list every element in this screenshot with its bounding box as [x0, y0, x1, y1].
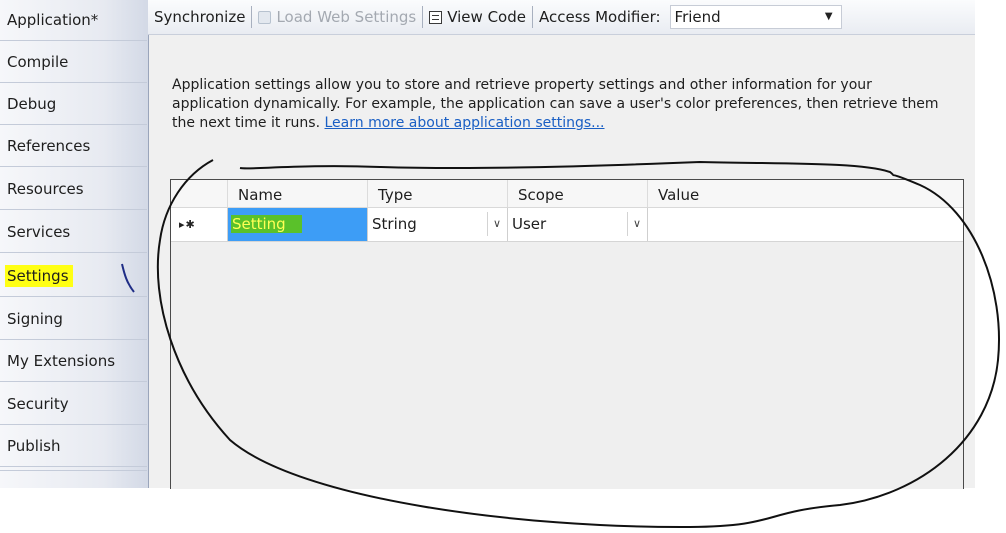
grid-header: Name Type Scope Value [171, 180, 963, 208]
tab-label: References [7, 137, 91, 155]
access-modifier-value: Friend [674, 8, 721, 26]
view-code-button[interactable]: View Code [423, 8, 532, 26]
tab-label: Application* [7, 11, 99, 29]
tab-signing[interactable]: Signing [0, 299, 147, 340]
settings-grid: Name Type Scope Value ▸✱ Setting String … [170, 179, 964, 489]
chevron-down-icon[interactable]: ∨ [627, 212, 646, 236]
load-web-settings-button[interactable]: Load Web Settings [252, 8, 422, 26]
code-file-icon [429, 10, 443, 24]
tab-label: Signing [7, 310, 63, 328]
tab-security[interactable]: Security [0, 384, 147, 425]
column-header-type[interactable]: Type [367, 180, 507, 207]
setting-scope-cell[interactable]: User ∨ [507, 208, 647, 241]
web-settings-icon [258, 10, 272, 24]
synchronize-label: Synchronize [154, 8, 246, 26]
view-code-label: View Code [447, 8, 526, 26]
setting-scope-value: User [512, 215, 547, 233]
column-header-name[interactable]: Name [227, 180, 367, 207]
column-header-scope[interactable]: Scope [507, 180, 647, 207]
tab-label: Resources [7, 180, 84, 198]
access-modifier-label: Access Modifier: [538, 8, 661, 26]
synchronize-button[interactable]: Synchronize [148, 8, 251, 26]
tab-label: Security [7, 395, 69, 413]
tab-resources[interactable]: Resources [0, 169, 147, 210]
chevron-down-icon[interactable]: ▼ [825, 6, 833, 28]
access-modifier-group: Access Modifier: Friend ▼ [533, 5, 848, 29]
setting-type-cell[interactable]: String ∨ [367, 208, 507, 241]
tab-label: Debug [7, 95, 57, 113]
settings-description: Application settings allow you to store … [172, 76, 942, 133]
tab-partial [0, 470, 147, 489]
tab-label: Services [7, 223, 71, 241]
tab-references[interactable]: References [0, 126, 147, 167]
tab-application[interactable]: Application* [0, 0, 147, 41]
tab-debug[interactable]: Debug [0, 84, 147, 125]
setting-name-value: Setting [231, 215, 302, 233]
tab-my-extensions[interactable]: My Extensions [0, 341, 147, 382]
setting-type-value: String [372, 215, 417, 233]
chevron-down-icon[interactable]: ∨ [487, 212, 506, 236]
tab-publish[interactable]: Publish [0, 426, 147, 467]
new-row-marker[interactable]: ▸✱ [171, 208, 227, 241]
setting-name-cell[interactable]: Setting [227, 208, 367, 241]
project-designer-sidebar: Application* Compile Debug References Re… [0, 0, 149, 488]
tab-services[interactable]: Services [0, 212, 147, 253]
tab-settings[interactable]: Settings [0, 256, 147, 297]
learn-more-link[interactable]: Learn more about application settings... [325, 115, 605, 131]
tab-label: My Extensions [7, 352, 116, 370]
table-row[interactable]: ▸✱ Setting String ∨ User ∨ [171, 208, 963, 242]
tab-label: Compile [7, 53, 69, 71]
load-web-settings-label: Load Web Settings [276, 8, 417, 26]
row-header-column [171, 180, 227, 207]
column-header-value[interactable]: Value [647, 180, 963, 207]
tab-label: Publish [7, 437, 61, 455]
access-modifier-combo[interactable]: Friend ▼ [669, 5, 842, 29]
setting-value-cell[interactable] [647, 208, 963, 241]
settings-toolbar: Synchronize Load Web Settings View Code … [148, 0, 975, 35]
tab-label: Settings [5, 265, 73, 287]
tab-compile[interactable]: Compile [0, 42, 147, 83]
